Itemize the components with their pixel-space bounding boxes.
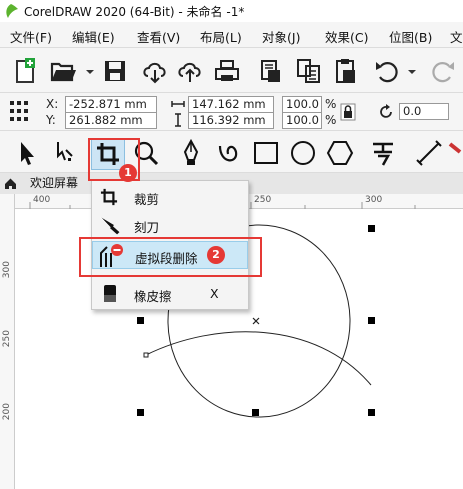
virtual-segment-delete-highlight-box bbox=[79, 237, 262, 277]
cloud-upload-icon[interactable] bbox=[175, 56, 205, 86]
reference-point-grid-icon[interactable] bbox=[7, 97, 31, 125]
save-icon[interactable] bbox=[100, 56, 130, 86]
polygon-tool-icon[interactable] bbox=[325, 138, 355, 168]
connector-tool-icon[interactable] bbox=[446, 138, 463, 168]
selected-curve bbox=[145, 331, 372, 386]
x-position-field[interactable]: -252.871 mm bbox=[65, 96, 157, 113]
standard-toolbar bbox=[0, 48, 463, 93]
flyout-item-eraser[interactable]: 橡皮擦 X bbox=[92, 280, 248, 308]
flyout-item-shortcut: X bbox=[210, 286, 219, 301]
step-badge-2: 2 bbox=[207, 246, 225, 264]
property-bar: X: -252.871 mm Y: 261.882 mm 147.162 mm … bbox=[0, 93, 463, 131]
height-field[interactable]: 116.392 mm bbox=[188, 112, 274, 129]
menu-effects[interactable]: 效果(C) bbox=[325, 27, 368, 46]
menu-bitmap[interactable]: 位图(B) bbox=[389, 27, 432, 46]
cloud-download-icon[interactable] bbox=[140, 56, 170, 86]
knife-icon bbox=[100, 216, 120, 235]
x-label: X: bbox=[46, 97, 59, 111]
flyout-item-label: 橡皮擦 bbox=[134, 289, 172, 304]
scale-y-field[interactable]: 100.0 bbox=[282, 112, 322, 129]
import-icon[interactable] bbox=[256, 56, 286, 86]
new-document-icon[interactable] bbox=[10, 56, 40, 86]
flyout-item-crop[interactable]: 裁剪 bbox=[92, 183, 248, 211]
menu-object[interactable]: 对象(J) bbox=[262, 27, 300, 46]
height-icon bbox=[175, 113, 181, 127]
flyout-item-knife[interactable]: 刻刀 bbox=[92, 211, 248, 239]
curve-tool-icon[interactable] bbox=[214, 138, 244, 168]
menu-edit[interactable]: 编辑(E) bbox=[72, 27, 115, 46]
ruler-tick-label: 200 bbox=[2, 403, 12, 421]
percent-label-x: % bbox=[325, 97, 337, 111]
ruler-tick-label: 300 bbox=[2, 261, 12, 279]
undo-dropdown-chevron-icon[interactable] bbox=[398, 56, 428, 86]
print-icon[interactable] bbox=[212, 56, 242, 86]
toolbox bbox=[0, 131, 463, 173]
coreldraw-logo-icon bbox=[6, 4, 18, 18]
menu-bar: 文件(F) 编辑(E) 查看(V) 布局(L) 对象(J) 效果(C) 位图(B… bbox=[0, 22, 463, 48]
menu-layout[interactable]: 布局(L) bbox=[200, 27, 242, 46]
width-icon bbox=[171, 101, 185, 107]
y-label: Y: bbox=[46, 113, 56, 127]
y-position-field[interactable]: 261.882 mm bbox=[65, 112, 157, 129]
scale-x-field[interactable]: 100.0 bbox=[282, 96, 322, 113]
pick-tool-icon[interactable] bbox=[12, 138, 42, 168]
title-bar: CorelDRAW 2020 (64-Bit) - 未命名 -1* bbox=[0, 0, 463, 22]
export-icon[interactable] bbox=[293, 56, 323, 86]
tab-welcome-screen[interactable]: 欢迎屏幕 bbox=[22, 173, 86, 194]
menu-view[interactable]: 查看(V) bbox=[137, 27, 180, 46]
flyout-item-label: 刻刀 bbox=[134, 220, 160, 235]
dimension-tool-icon[interactable] bbox=[414, 138, 444, 168]
menu-file[interactable]: 文件(F) bbox=[10, 27, 52, 46]
redo-icon[interactable] bbox=[428, 56, 458, 86]
selection-center-marker bbox=[252, 317, 260, 325]
crop-icon bbox=[100, 188, 118, 206]
home-icon[interactable] bbox=[4, 177, 17, 190]
open-folder-icon[interactable] bbox=[48, 56, 78, 86]
clipboard-icon[interactable] bbox=[330, 56, 360, 86]
width-field[interactable]: 147.162 mm bbox=[188, 96, 274, 113]
eraser-icon bbox=[104, 285, 116, 302]
text-tool-icon[interactable] bbox=[368, 138, 398, 168]
shape-tool-icon[interactable] bbox=[48, 138, 78, 168]
ruler-tick-label: 250 bbox=[2, 330, 12, 348]
rotation-icon bbox=[380, 104, 392, 118]
ellipse-tool-icon[interactable] bbox=[288, 138, 318, 168]
flyout-item-label: 裁剪 bbox=[134, 192, 160, 207]
step-badge-1: 1 bbox=[119, 164, 137, 182]
curve-start-node bbox=[143, 352, 149, 358]
percent-label-y: % bbox=[325, 113, 337, 127]
window-title: CorelDRAW 2020 (64-Bit) - 未命名 -1* bbox=[24, 4, 245, 19]
pen-tool-icon[interactable] bbox=[176, 138, 206, 168]
rectangle-tool-icon[interactable] bbox=[251, 138, 281, 168]
menu-text[interactable]: 文 bbox=[450, 27, 463, 46]
vertical-ruler: 300 250 200 bbox=[0, 194, 15, 489]
rotation-field[interactable]: 0.0 bbox=[399, 103, 449, 120]
lock-ratio-icon[interactable] bbox=[340, 103, 356, 121]
